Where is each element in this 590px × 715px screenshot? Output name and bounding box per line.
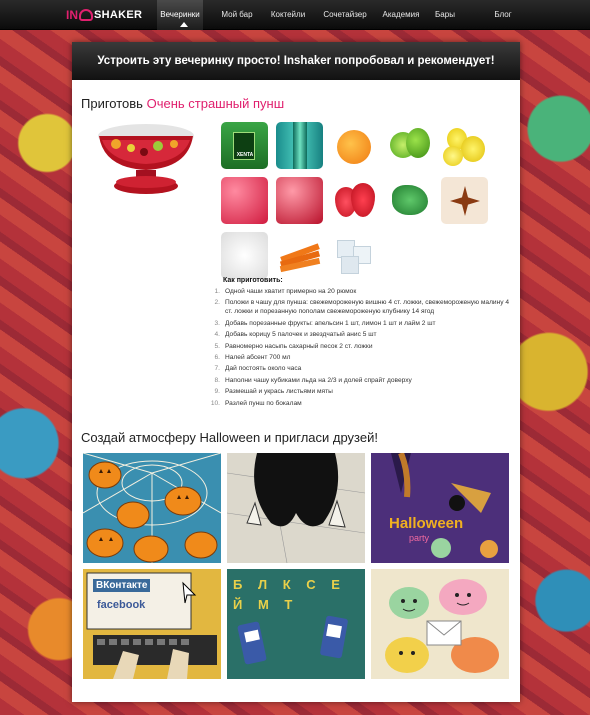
party-card: Устроить эту вечеринку просто! Inshaker …	[72, 42, 520, 702]
recipe-step: 4. Добавь корицу 5 палочек и звездчатый а…	[214, 331, 377, 339]
illustration-chat-envelopes[interactable]	[371, 569, 509, 679]
facebook-logo-text: facebook	[97, 599, 146, 611]
ingredient-mint[interactable]	[386, 177, 433, 224]
vk-logo-text: ВКонтакте	[93, 579, 151, 592]
nav-item-academy[interactable]: Академия	[381, 0, 421, 30]
ingredient-strawberries[interactable]	[331, 177, 378, 224]
nav-item-blog[interactable]: Блог	[490, 0, 516, 30]
logo-in-text: IN	[66, 8, 78, 22]
illustration-phones-letters[interactable]: Б Л К С Е Й М Т	[227, 569, 365, 679]
ingredient-xenta-absenta[interactable]: XENTA	[221, 122, 268, 169]
logo-shaker-text: SHAKER	[94, 9, 143, 21]
recipe-heading: Приготовь Очень страшный пунш	[81, 96, 284, 111]
inshaker-logo[interactable]: IN SHAKER	[66, 6, 142, 24]
recipe-step: 7. Дай постоять около часа	[214, 365, 302, 373]
recipe-step: 9. Размешай и укрась листьями мяты	[214, 388, 333, 396]
recipe-step: 3. Добавь порезанные фрукты: апельсин 1 ш…	[214, 319, 436, 327]
illustration-social-keyboard[interactable]: ВКонтакте facebook	[83, 569, 221, 679]
ingredient-anise-cinnamon[interactable]	[441, 177, 488, 224]
xenta-label: XENTA	[236, 152, 254, 158]
nav-item-bars[interactable]: Бары	[432, 0, 458, 30]
party-heading: Создай атмосферу Halloween и пригласи др…	[81, 430, 378, 445]
nav-item-cocktails[interactable]: Коктейли	[268, 0, 308, 30]
ingredient-sprite[interactable]	[276, 122, 323, 169]
ingredient-ice[interactable]	[331, 232, 378, 279]
ingredient-sugar[interactable]	[221, 232, 268, 279]
party-banner: Устроить эту вечеринку просто! Inshaker …	[72, 42, 520, 80]
illustration-halloween-party[interactable]: Halloween party	[371, 453, 509, 563]
recipe-step: 1. Одной чаши хватит примерно на 20 рюмок	[214, 288, 357, 295]
heart-icon	[79, 9, 93, 21]
ingredient-lime[interactable]	[386, 122, 433, 169]
ingredient-lemon[interactable]	[441, 122, 488, 169]
nav-item-my-bar[interactable]: Мой бар	[217, 0, 257, 30]
party-text: party	[409, 533, 430, 543]
ingredient-orange[interactable]	[331, 122, 378, 169]
recipe-step: 8. Наполни чашу кубиками льда на 2/3 и до…	[214, 376, 412, 384]
active-tab-indicator	[180, 22, 188, 27]
recipe-steps: 1. Одной чаши хватит примерно на 20 рюмок…	[206, 287, 511, 410]
recipe-name-link[interactable]: Очень страшный пунш	[147, 96, 285, 111]
floating-letters: Б Л К С Е Й М Т	[233, 577, 346, 612]
punch-bowl-image	[98, 124, 194, 194]
ingredient-carrot[interactable]	[276, 232, 323, 279]
ingredient-raspberries[interactable]	[221, 177, 268, 224]
recipe-step: 5. Равномерно насыпь сахарный песок 2 ст.…	[214, 342, 373, 350]
nav-item-combiner[interactable]: Сочетайзер	[320, 0, 370, 30]
illustration-ghost-girl[interactable]	[227, 453, 365, 563]
howto-title: Как приготовить:	[223, 277, 283, 284]
recipe-step: 10. Разлей пунш по бокалам	[210, 399, 302, 407]
halloween-text: Halloween	[389, 515, 464, 532]
recipe-step: 2. Положи в чашу для пунша: свежеморожену…	[214, 299, 510, 316]
recipe-heading-prefix: Приготовь	[81, 96, 143, 111]
top-navigation: IN SHAKER Вечеринки Мой бар Коктейли Соч…	[0, 0, 590, 30]
recipe-step: 6. Налей абсент 700 мл	[214, 353, 291, 361]
ingredient-cherries[interactable]	[276, 177, 323, 224]
illustration-pumpkins[interactable]	[83, 453, 221, 563]
